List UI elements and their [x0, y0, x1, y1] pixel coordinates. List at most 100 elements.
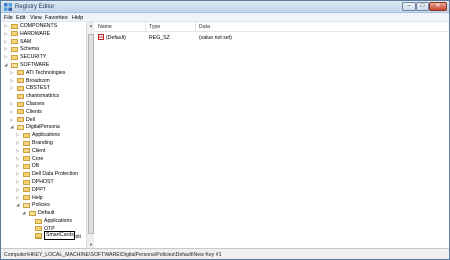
collapse-icon[interactable]: ◢	[16, 202, 21, 208]
tree-node-label: HARDWARE	[20, 30, 51, 37]
expand-icon[interactable]: ▷	[4, 31, 9, 37]
window-title: Registry Editor	[15, 3, 55, 10]
folder-open-icon	[23, 202, 30, 208]
tree-node-label: Core	[32, 155, 44, 162]
column-type-header[interactable]: Type	[149, 24, 160, 30]
tree-node[interactable]: ▷ Client	[1, 147, 86, 155]
expand-icon[interactable]: ▷	[16, 148, 21, 154]
tree-node-label: DPPT	[32, 186, 46, 193]
tree-node-label: CBSTEST	[26, 85, 50, 92]
tree-node[interactable]: ▷ SAM	[1, 38, 86, 46]
menu-view[interactable]: View	[30, 15, 42, 21]
tree-scrollbar[interactable]: ▲ ▼	[86, 22, 94, 248]
tree-node[interactable]: ▷ Schema	[1, 45, 86, 53]
collapse-icon[interactable]: ◢	[4, 62, 9, 68]
folder-icon	[11, 39, 18, 45]
tree-node[interactable]: ▷ Branding	[1, 139, 86, 147]
tree-node[interactable]: ▷ Applications	[1, 131, 86, 139]
menu-edit[interactable]: Edit	[16, 15, 25, 21]
expand-icon[interactable]: ▷	[16, 187, 21, 193]
expand-icon[interactable]: ▷	[4, 39, 9, 45]
tree-node[interactable]: ▷ SECURITY	[1, 53, 86, 61]
expand-icon[interactable]	[28, 234, 33, 240]
tree-node[interactable]: ▷ Help	[1, 194, 86, 202]
expand-icon[interactable]: ▷	[16, 195, 21, 201]
tree-node[interactable]: ▷ Broadcom	[1, 77, 86, 85]
status-bar: Computer\HKEY_LOCAL_MACHINE\SOFTWARE\Dig…	[1, 248, 449, 259]
minimize-button[interactable]: –	[402, 2, 416, 11]
tree-node-label: Applications	[44, 218, 72, 224]
tree-node-label: DB	[32, 163, 40, 170]
tree-node[interactable]: ▷ DPPT	[1, 186, 86, 194]
folder-open-icon	[17, 124, 24, 130]
tree-node[interactable]: ◢ Default	[1, 209, 86, 217]
folder-icon	[35, 226, 42, 232]
registry-app-icon	[4, 3, 12, 11]
collapse-icon[interactable]: ◢	[10, 124, 15, 130]
expand-icon[interactable]: ▷	[16, 140, 21, 146]
tree-node[interactable]: ▷ HARDWARE	[1, 30, 86, 38]
tree-node[interactable]: ▷ CBSTEST	[1, 84, 86, 92]
tree-node[interactable]: Applications	[1, 217, 86, 225]
column-data-header[interactable]: Data	[199, 24, 210, 30]
title-bar[interactable]: Registry Editor – □ ✕	[1, 1, 449, 13]
expand-icon[interactable]: ▷	[4, 23, 9, 29]
column-divider[interactable]	[195, 22, 196, 31]
folder-icon	[17, 93, 24, 99]
resize-grip-icon[interactable]: ⋰	[441, 252, 447, 258]
expand-icon[interactable]: ▷	[16, 156, 21, 162]
rename-key-input[interactable]: SmartCards	[44, 231, 75, 240]
maximize-button[interactable]: □	[416, 2, 429, 11]
expand-icon[interactable]: ▷	[10, 117, 15, 123]
expand-icon[interactable]: ▷	[16, 171, 21, 177]
value-type: REG_SZ	[149, 34, 170, 41]
expand-icon[interactable]: ▷	[16, 163, 21, 169]
tree-node-label: Schema	[20, 46, 40, 53]
expand-icon[interactable]: ▷	[10, 101, 15, 107]
tree-node[interactable]: ◢ Policies	[1, 201, 86, 209]
tree-node-label: Branding	[32, 140, 53, 146]
tree-node[interactable]: ▷ DB	[1, 162, 86, 170]
tree-node[interactable]: ◢ SOFTWARE	[1, 61, 86, 69]
tree-node[interactable]: ▷ COMPONENTS	[1, 22, 86, 30]
folder-icon	[23, 179, 30, 185]
folder-icon	[17, 78, 24, 84]
tree-node-label: Clients	[26, 108, 42, 115]
tree-node[interactable]: ▷ Classes	[1, 100, 86, 108]
expand-icon[interactable]	[10, 93, 15, 99]
tree-node-label: Policies	[32, 202, 50, 209]
close-button[interactable]: ✕	[429, 2, 447, 11]
tree-node[interactable]: ▷ Dell Data Protection	[1, 170, 86, 178]
expand-icon[interactable]: ▷	[10, 85, 15, 91]
tree-node[interactable]: ▷ Dell	[1, 116, 86, 124]
status-path: Computer\HKEY_LOCAL_MACHINE\SOFTWARE\Dig…	[4, 251, 222, 258]
tree-node[interactable]: ▷ DPHOST	[1, 178, 86, 186]
expand-icon[interactable]: ▷	[4, 46, 9, 52]
collapse-icon[interactable]: ◢	[22, 210, 27, 216]
column-header: Name Type Data	[94, 22, 449, 32]
expand-icon[interactable]: ▷	[10, 70, 15, 76]
column-name-header[interactable]: Name	[98, 24, 112, 30]
expand-icon[interactable]	[28, 226, 33, 232]
column-divider[interactable]	[145, 22, 146, 31]
tree-node[interactable]: ▷ ATI Technologies	[1, 69, 86, 77]
key-tree[interactable]: ▷ COMPONENTS ▷ HARDWARE ▷ SAM ▷ Schema ▷ SECU…	[1, 22, 93, 248]
menu-help[interactable]: Help	[72, 15, 83, 21]
expand-icon[interactable]: ▷	[10, 78, 15, 84]
tree-node[interactable]: ▷ Core	[1, 155, 86, 163]
folder-icon	[17, 85, 24, 91]
tree-node[interactable]: chanismattrics	[1, 92, 86, 100]
value-row[interactable]: ab (Default) REG_SZ (value not set)	[94, 33, 449, 41]
tree-node[interactable]: ▷ Clients	[1, 108, 86, 116]
tree-node[interactable]: ◢ DigitalPersona	[1, 123, 86, 131]
tree-node-label: COMPONENTS	[20, 23, 58, 29]
expand-icon[interactable]: ▷	[16, 179, 21, 185]
menu-file[interactable]: File	[4, 15, 13, 21]
values-list[interactable]: Name Type Data ab (Default) REG_SZ (valu…	[94, 22, 449, 248]
expand-icon[interactable]: ▷	[16, 132, 21, 138]
expand-icon[interactable]: ▷	[10, 109, 15, 115]
expand-icon[interactable]	[28, 218, 33, 224]
menu-favorites[interactable]: Favorites	[45, 15, 68, 21]
expand-icon[interactable]: ▷	[4, 54, 9, 60]
tree-node-label: DPHOST	[32, 179, 54, 185]
